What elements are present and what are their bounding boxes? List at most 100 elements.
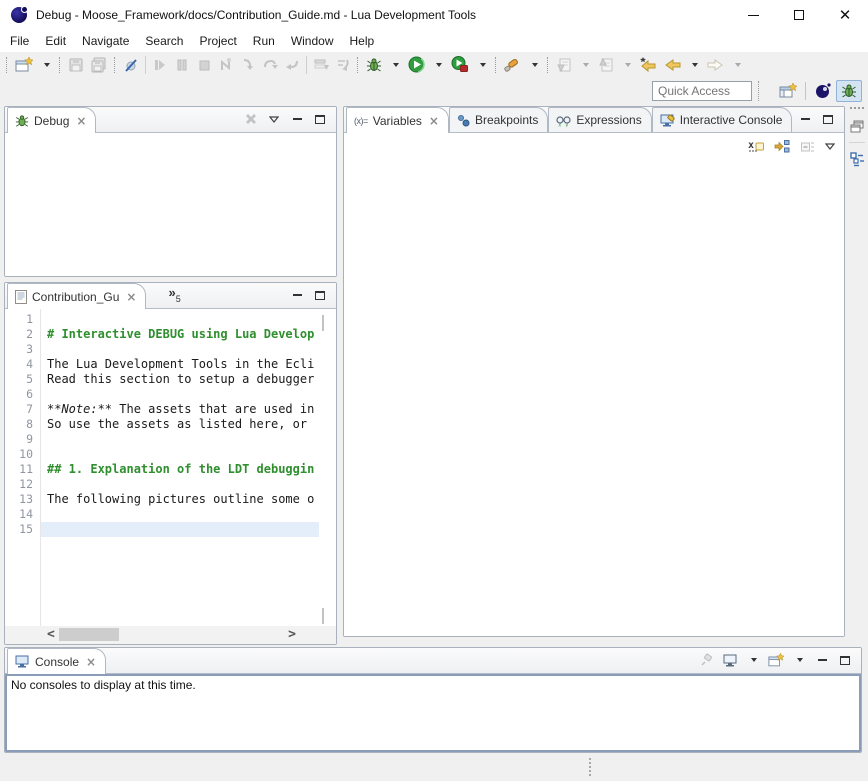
hidden-editors-chevron[interactable]: »5 <box>168 288 180 304</box>
menu-run[interactable]: Run <box>245 32 283 50</box>
scroll-left-icon[interactable]: < <box>47 627 55 642</box>
minimize-window-button[interactable] <box>730 0 776 30</box>
code-area[interactable]: # Interactive DEBUG using Lua Develop Th… <box>41 309 319 626</box>
console-view: Console × <box>4 647 862 753</box>
menu-project[interactable]: Project <box>191 32 244 50</box>
debug-dropdown[interactable] <box>385 54 405 76</box>
editor-minimize-button[interactable] <box>289 287 305 303</box>
console-maximize-button[interactable] <box>837 652 853 668</box>
back-dropdown[interactable] <box>684 54 704 76</box>
run-button[interactable] <box>405 54 428 76</box>
variables-view-maximize-button[interactable] <box>820 111 836 127</box>
resume-button[interactable] <box>149 54 171 76</box>
debug-button[interactable] <box>363 54 385 76</box>
close-window-button[interactable]: ✕ <box>822 0 868 30</box>
menu-window[interactable]: Window <box>283 32 342 50</box>
display-selected-console-button[interactable] <box>722 652 738 668</box>
console-minimize-button[interactable] <box>814 652 830 668</box>
menu-edit[interactable]: Edit <box>37 32 74 50</box>
remove-all-terminated-button[interactable] <box>243 111 259 127</box>
tab-console[interactable]: Console × <box>7 648 106 674</box>
open-console-button[interactable] <box>768 652 784 668</box>
step-return-button[interactable] <box>281 54 303 76</box>
editor-vertical-scrollbar[interactable] <box>319 309 336 626</box>
line-number-gutter[interactable]: 12 34 56 78 910 1112 1314 15 <box>5 309 41 626</box>
status-bar-grip[interactable] <box>589 758 592 776</box>
forward-dropdown[interactable] <box>727 54 747 76</box>
run-dropdown[interactable] <box>428 54 448 76</box>
menu-search[interactable]: Search <box>137 32 191 50</box>
debug-view-body[interactable] <box>5 133 336 276</box>
variables-view-menu-button[interactable] <box>822 138 838 154</box>
tab-debug-close-icon[interactable]: × <box>76 114 86 128</box>
tab-contribution-guide[interactable]: Contribution_Gu × <box>7 283 146 309</box>
menu-file[interactable]: File <box>2 32 37 50</box>
debug-view-minimize-button[interactable] <box>289 111 305 127</box>
tab-contribution-guide-close-icon[interactable]: × <box>126 290 136 304</box>
scroll-right-icon[interactable]: > <box>288 627 296 642</box>
previous-annotation-dropdown[interactable] <box>617 54 637 76</box>
editor-maximize-button[interactable] <box>312 287 328 303</box>
maximize-window-button[interactable] <box>776 0 822 30</box>
coverage-button[interactable] <box>448 54 472 76</box>
step-over-button[interactable] <box>259 54 281 76</box>
pin-console-button[interactable] <box>699 652 715 668</box>
coverage-dropdown[interactable] <box>472 54 492 76</box>
lua-perspective-button[interactable] <box>810 80 836 102</box>
debug-view-maximize-button[interactable] <box>312 111 328 127</box>
next-annotation-button[interactable] <box>553 54 575 76</box>
open-console-dropdown[interactable] <box>791 652 807 668</box>
chevron-glyph: » <box>168 288 175 298</box>
next-annotation-dropdown[interactable] <box>575 54 595 76</box>
step-into-button[interactable] <box>237 54 259 76</box>
skip-all-breakpoints-button[interactable] <box>120 54 142 76</box>
code-line: So use the assets as listed here, or <box>41 417 319 432</box>
tab-breakpoints[interactable]: Breakpoints <box>449 107 548 132</box>
open-perspective-button[interactable] <box>775 80 801 102</box>
back-button[interactable] <box>661 54 684 76</box>
save-all-button[interactable] <box>87 54 111 76</box>
toolbar-grip[interactable] <box>758 81 761 101</box>
show-logical-structures-button[interactable] <box>771 135 793 157</box>
restore-view-button[interactable] <box>847 116 867 136</box>
horizontal-scroll-thumb[interactable] <box>59 628 119 641</box>
code-line-heading: ## 1. Explanation of the LDT debuggin <box>41 462 319 477</box>
terminate-button[interactable] <box>193 54 215 76</box>
debug-perspective-button[interactable] <box>836 80 862 102</box>
rail-grip[interactable] <box>850 107 864 110</box>
show-type-names-button[interactable]: x <box>745 135 767 157</box>
external-tools-dropdown[interactable] <box>524 54 544 76</box>
tab-variables[interactable]: (x)= Variables × <box>346 107 449 133</box>
scroll-up-icon[interactable] <box>322 315 332 325</box>
menu-help[interactable]: Help <box>342 32 383 50</box>
console-body[interactable]: No consoles to display at this time. <box>5 674 861 752</box>
tab-interactive-console[interactable]: Interactive Console <box>652 107 793 132</box>
editor-horizontal-scrollbar[interactable]: < > <box>5 626 336 644</box>
display-selected-console-dropdown[interactable] <box>745 652 761 668</box>
drop-to-frame-button[interactable] <box>310 54 332 76</box>
collapse-all-button[interactable] <box>797 135 818 157</box>
new-wizard-dropdown[interactable] <box>36 54 56 76</box>
tab-debug[interactable]: Debug × <box>7 107 96 133</box>
variables-tab-icon: (x)= <box>354 116 368 126</box>
scroll-down-icon[interactable] <box>322 608 332 618</box>
use-step-filters-button[interactable] <box>332 54 354 76</box>
save-button[interactable] <box>65 54 87 76</box>
outline-view-button[interactable] <box>847 149 867 169</box>
suspend-button[interactable] <box>171 54 193 76</box>
menu-navigate[interactable]: Navigate <box>74 32 137 50</box>
variables-view-body[interactable] <box>344 159 844 636</box>
forward-button[interactable] <box>704 54 727 76</box>
disconnect-button[interactable] <box>215 54 237 76</box>
tab-variables-close-icon[interactable]: × <box>429 114 439 128</box>
toolbar-grip[interactable] <box>6 57 9 73</box>
quick-access-input[interactable] <box>652 81 752 101</box>
previous-annotation-button[interactable] <box>595 54 617 76</box>
variables-view-minimize-button[interactable] <box>797 111 813 127</box>
debug-view-menu-button[interactable] <box>266 111 282 127</box>
last-edit-location-button[interactable] <box>637 54 661 76</box>
external-tools-button[interactable] <box>501 54 524 76</box>
tab-console-close-icon[interactable]: × <box>86 655 96 669</box>
tab-expressions[interactable]: x y Expressions <box>548 107 651 132</box>
new-wizard-button[interactable] <box>12 54 36 76</box>
